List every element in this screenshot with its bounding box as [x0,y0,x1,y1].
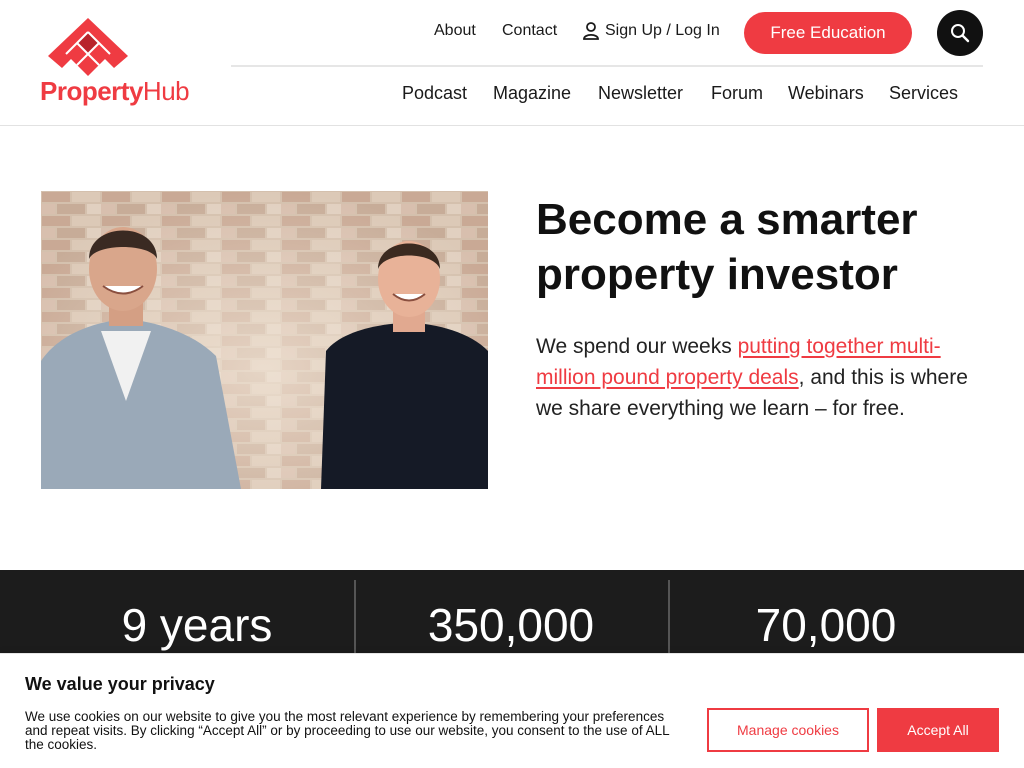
stat-members: 70,000 [755,599,897,651]
nav-podcast[interactable]: Podcast [402,83,467,104]
founders-photo-illustration [41,191,488,489]
nav-forum[interactable]: Forum [711,83,763,104]
site-header: PropertyHub About Contact Sign Up / Log … [0,0,1024,126]
logo-mark-icon [48,18,128,76]
nav-newsletter[interactable]: Newsletter [598,83,683,104]
free-education-button[interactable]: Free Education [744,12,912,54]
search-icon [951,24,970,43]
hero-title: Become a smarter property investor [536,192,986,302]
hero-text-before: We spend our weeks [536,335,738,358]
about-link[interactable]: About [434,22,476,40]
search-button[interactable] [937,10,983,56]
manage-cookies-button[interactable]: Manage cookies [707,708,869,752]
main-navigation: Podcast Magazine Newsletter Forum Webina… [0,83,1024,107]
signup-login-link[interactable]: Sign Up / Log In [583,22,720,40]
signup-login-label: Sign Up / Log In [605,22,720,39]
nav-magazine[interactable]: Magazine [493,83,571,104]
cookie-banner: We value your privacy We use cookies on … [0,653,1024,768]
hero-title-line-2: property investor [536,250,898,299]
cookie-text: We use cookies on our website to give yo… [25,709,670,752]
accept-all-button[interactable]: Accept All [877,708,999,752]
user-icon [583,22,599,40]
contact-link[interactable]: Contact [502,22,557,40]
hero-description: We spend our weeks putting together mult… [536,331,986,424]
nav-services[interactable]: Services [889,83,958,104]
nav-webinars[interactable]: Webinars [788,83,864,104]
cookie-title: We value your privacy [25,674,215,694]
hero-title-line-1: Become a smarter [536,195,918,244]
stat-listeners: 350,000 [427,599,595,651]
utility-bar: About Contact Sign Up / Log In Free Educ… [231,0,983,67]
stat-years: 9 years [121,599,273,651]
hero-photo [41,191,488,489]
